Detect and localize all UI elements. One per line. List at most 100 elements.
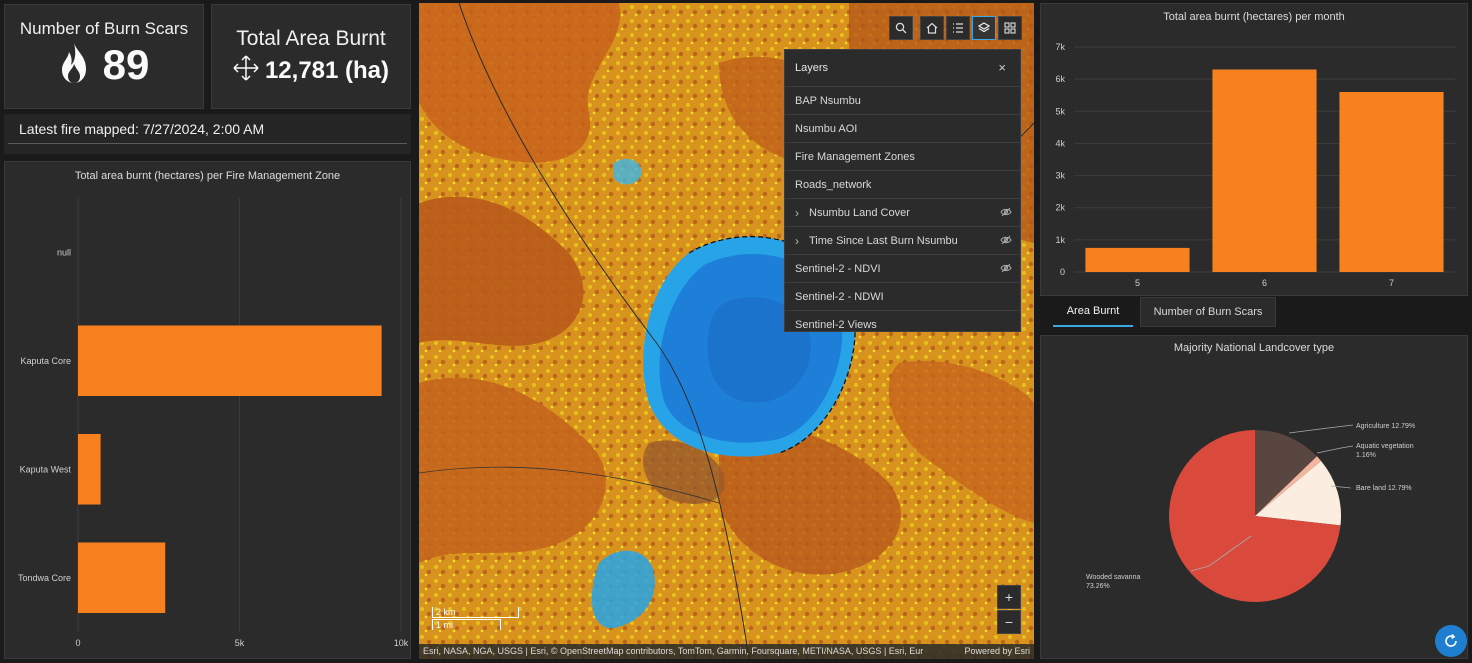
pie-label-wooded-value: 73.26% — [1086, 583, 1110, 590]
area-burnt-kpi: Total Area Burnt 12,781 (ha) — [211, 4, 411, 109]
bar[interactable] — [1212, 69, 1317, 273]
chevron-right-icon[interactable]: › — [795, 234, 809, 248]
burn-scars-kpi: Number of Burn Scars 89 — [4, 4, 204, 109]
layer-item[interactable]: Sentinel-2 - NDVI — [785, 254, 1020, 282]
x-category-label: 5 — [1135, 278, 1140, 288]
month-chart-panel: Total area burnt (hectares) per month 01… — [1040, 3, 1468, 296]
tab-number-burn-scars[interactable]: Number of Burn Scars — [1140, 297, 1276, 327]
attribution-text: Esri, NASA, NGA, USGS | Esri, © OpenStre… — [423, 646, 924, 656]
layer-item[interactable]: Sentinel-2 - NDWI — [785, 282, 1020, 310]
close-icon[interactable]: × — [998, 60, 1006, 75]
pie-chart-panel: Majority National Landcover type Agricul… — [1040, 335, 1468, 659]
x-category-label: 6 — [1262, 278, 1267, 288]
legend-button[interactable] — [946, 16, 970, 40]
search-button[interactable] — [889, 16, 913, 40]
layer-item[interactable]: › Nsumbu Land Cover — [785, 198, 1020, 226]
refresh-icon — [1445, 633, 1457, 647]
y-category-label: null — [57, 247, 71, 257]
visibility-off-icon[interactable] — [1000, 235, 1012, 248]
kpi-title: Total Area Burnt — [236, 27, 386, 50]
refresh-button[interactable] — [1435, 625, 1467, 657]
zoom-out-button[interactable]: − — [997, 610, 1021, 634]
latest-fire-panel: Latest fire mapped: 7/27/2024, 2:00 AM — [4, 114, 411, 154]
scale-mi: 1 mi — [432, 619, 501, 630]
flame-icon — [59, 42, 89, 89]
area-burnt-value: 12,781 (ha) — [264, 56, 390, 84]
bar[interactable] — [78, 325, 382, 397]
layers-icon — [978, 22, 990, 33]
layer-label: Sentinel-2 Views — [795, 318, 877, 331]
powered-by-link[interactable]: Powered by Esri — [964, 644, 1030, 659]
scale-bar: 2 km 1 mi — [432, 607, 519, 633]
latest-fire-text: Latest fire mapped: 7/27/2024, 2:00 AM — [19, 121, 265, 137]
plus-icon: + — [1004, 589, 1014, 605]
layer-item[interactable]: Sentinel-2 Views — [785, 310, 1020, 338]
chart-tabs: Area Burnt Number of Burn Scars — [1040, 296, 1468, 330]
y-category-label: Kaputa West — [20, 464, 72, 474]
divider — [8, 143, 407, 144]
grid-icon — [1004, 22, 1016, 34]
layer-item[interactable]: Roads_network — [785, 170, 1020, 198]
layer-item[interactable]: › Time Since Last Burn Nsumbu — [785, 226, 1020, 254]
pie-label-aquatic: Aquatic vegetation — [1356, 443, 1414, 450]
layer-item[interactable]: Fire Management Zones — [785, 142, 1020, 170]
month-bar-chart: 0 1k 2k 3k 4k 5k 6k 7k 5 6 7 — [1055, 42, 1455, 288]
y-tick-label: 7k — [1055, 42, 1065, 52]
attribution-bar: Esri, NASA, NGA, USGS | Esri, © OpenStre… — [419, 644, 1034, 659]
zone-bar-chart: 0 5k 10k null Kaputa Core Kaputa West Tondwa C… — [18, 198, 409, 648]
layer-label: Nsumbu Land Cover — [809, 206, 910, 219]
layer-list-header: Layers × — [785, 50, 1020, 86]
pie-label-bare: Bare land 12.79% — [1356, 485, 1412, 492]
x-tick-label: 10k — [394, 638, 409, 648]
pie-label-aquatic-value: 1.16% — [1356, 452, 1376, 459]
layer-list-button[interactable] — [972, 16, 996, 40]
basemap-gallery-button[interactable] — [998, 16, 1022, 40]
y-category-label: Kaputa Core — [20, 356, 71, 366]
layer-item[interactable]: BAP Nsumbu — [785, 86, 1020, 114]
zoom-in-button[interactable]: + — [997, 585, 1021, 609]
agriculture-leader-line — [1288, 424, 1354, 434]
bar[interactable] — [1085, 247, 1190, 272]
y-category-label: Tondwa Core — [18, 573, 71, 583]
visibility-off-icon[interactable] — [1000, 207, 1012, 220]
x-tick-label: 5k — [235, 638, 245, 648]
y-tick-label: 0 — [1060, 267, 1065, 277]
kpi-value-row: 89 — [5, 41, 203, 89]
layer-item[interactable]: Nsumbu AOI — [785, 114, 1020, 142]
move-arrows-icon — [233, 55, 259, 86]
scale-km: 2 km — [432, 607, 519, 618]
pie-label-agriculture: Agriculture 12.79% — [1356, 423, 1415, 430]
tab-area-burnt[interactable]: Area Burnt — [1053, 297, 1133, 327]
landcover-pie-chart: Agriculture 12.79% Aquatic vegetation 1.… — [1086, 423, 1415, 602]
y-tick-label: 5k — [1055, 106, 1065, 116]
aquatic-leader-line — [1316, 445, 1354, 454]
layer-label: Sentinel-2 - NDVI — [795, 262, 881, 275]
chevron-right-icon[interactable]: › — [795, 206, 809, 220]
y-tick-label: 2k — [1055, 203, 1065, 213]
x-tick-label: 0 — [75, 638, 80, 648]
layer-label: Time Since Last Burn Nsumbu — [809, 234, 958, 247]
tab-label: Area Burnt — [1066, 305, 1120, 317]
pie-label-wooded: Wooded savanna — [1086, 574, 1140, 581]
layer-label: Sentinel-2 - NDWI — [795, 290, 884, 303]
layer-list: BAP Nsumbu Nsumbu AOI Fire Management Zone… — [785, 86, 1020, 338]
layer-list-panel: Layers × BAP Nsumbu Nsumbu AOI Fire Manage… — [784, 49, 1021, 332]
burn-scars-count: 89 — [102, 41, 150, 88]
y-tick-label: 6k — [1055, 74, 1065, 84]
y-tick-label: 4k — [1055, 138, 1065, 148]
layer-list-title: Layers — [795, 62, 829, 74]
bar[interactable] — [78, 542, 166, 614]
home-button[interactable] — [920, 16, 944, 40]
layer-label: Nsumbu AOI — [795, 122, 858, 135]
tab-label: Number of Burn Scars — [1153, 306, 1263, 318]
x-category-label: 7 — [1389, 278, 1394, 288]
zone-chart-panel: Total area burnt (hectares) per Fire Man… — [4, 161, 411, 659]
layer-label: Fire Management Zones — [795, 150, 915, 163]
bar[interactable] — [78, 433, 101, 505]
bar[interactable] — [1339, 92, 1444, 272]
minus-icon: − — [1004, 614, 1014, 630]
kpi-value-row: 12,781 (ha) — [212, 55, 410, 86]
kpi-title: Number of Burn Scars — [19, 19, 189, 38]
visibility-off-icon[interactable] — [1000, 263, 1012, 276]
legend-icon — [953, 23, 963, 33]
